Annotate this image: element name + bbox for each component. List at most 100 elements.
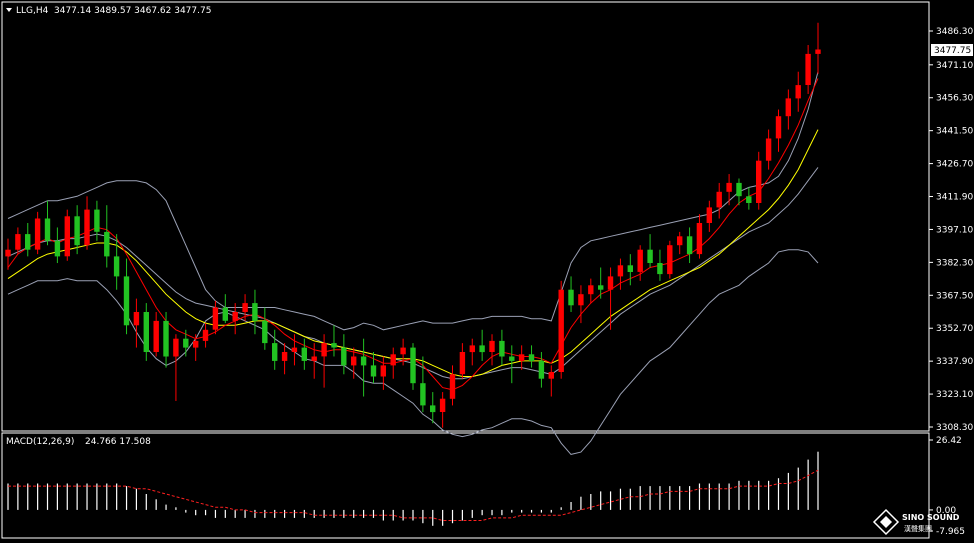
candle-body <box>805 53 811 85</box>
price-tick-label: 3397.10 <box>936 225 973 235</box>
candle-body <box>183 338 189 348</box>
candle-body <box>568 289 574 306</box>
candle-body <box>25 234 31 250</box>
macd-tick-label: -7.965 <box>936 527 965 537</box>
candle-body <box>193 340 199 348</box>
candle-body <box>232 312 238 321</box>
candle-body <box>34 218 41 250</box>
candle-body <box>578 294 584 306</box>
candle-body <box>548 372 554 379</box>
price-tick-label: 3352.70 <box>936 324 973 334</box>
candle-body <box>262 320 268 344</box>
candle-body <box>627 265 633 272</box>
candle-body <box>390 354 396 366</box>
candle-body <box>696 223 703 255</box>
candle-body <box>281 352 288 361</box>
candle-body <box>726 182 732 192</box>
price-tick-label: 3308.30 <box>936 423 973 433</box>
candle-body <box>795 85 801 99</box>
macd-values: 24.766 17.508 <box>85 437 151 447</box>
candle-body <box>351 356 357 366</box>
candle-body <box>360 356 367 366</box>
candle-body <box>143 312 149 352</box>
candle-body <box>64 216 70 257</box>
candle-body <box>44 218 51 241</box>
candle-body <box>756 160 762 203</box>
candle-body <box>400 347 406 355</box>
candle-body <box>84 209 90 246</box>
price-tick-label: 3337.90 <box>936 357 973 367</box>
price-tick-label: 3471.10 <box>936 61 973 71</box>
candle-body <box>54 240 61 257</box>
candle-body <box>380 365 386 377</box>
candle-body <box>479 345 485 353</box>
candle-body <box>222 307 228 321</box>
price-tick-label: 3456.30 <box>936 94 973 104</box>
candle-body <box>252 303 258 321</box>
candle-body <box>518 354 525 361</box>
candle-body <box>637 249 643 272</box>
price-tick-label: 3382.30 <box>936 258 973 268</box>
candle-body <box>15 234 21 250</box>
candle-body <box>657 263 663 275</box>
candle-body <box>173 338 179 357</box>
candle-body <box>123 276 130 326</box>
price-tick-label: 3323.10 <box>936 390 973 400</box>
candle-body <box>736 182 742 197</box>
candle-body <box>272 343 278 361</box>
candle-body <box>746 196 752 203</box>
candle-body <box>410 347 416 384</box>
candle-body <box>775 116 782 139</box>
candle-body <box>588 285 594 295</box>
candle-body <box>538 360 545 379</box>
candle-body <box>430 405 436 413</box>
candle-body <box>439 398 446 412</box>
candle-body <box>242 303 248 312</box>
candle-body <box>321 343 327 357</box>
candle-body <box>341 347 347 366</box>
candle-body <box>528 354 535 361</box>
candle-body <box>686 236 693 255</box>
macd-tick-label: 26.42 <box>936 436 962 446</box>
candle-body <box>420 383 426 406</box>
candle-body <box>153 320 159 352</box>
candle-body <box>509 356 515 361</box>
candle-body <box>598 285 604 290</box>
candle-body <box>301 347 307 361</box>
candle-body <box>5 249 11 257</box>
candle-body <box>607 276 614 290</box>
candle-body <box>667 245 673 275</box>
candle-body <box>311 356 317 361</box>
current-price-marker: 3477.75 <box>931 44 973 56</box>
candle-body <box>370 365 377 377</box>
price-tick-label: 3411.90 <box>936 193 973 203</box>
candle-body <box>815 49 821 54</box>
candle-body <box>104 231 110 257</box>
price-tick-label: 3426.70 <box>936 160 973 170</box>
candle-body <box>489 340 495 352</box>
candle-body <box>133 312 140 326</box>
candle-body <box>449 374 456 399</box>
candle-body <box>677 236 683 246</box>
ohlc-label: 3477.14 3489.57 3467.62 3477.75 <box>54 6 211 16</box>
candle-body <box>113 256 120 277</box>
candle-body <box>617 265 624 277</box>
candle-body <box>74 216 80 246</box>
candle-body <box>163 320 169 357</box>
logo-subtext: 漢聲集團 <box>904 524 932 533</box>
candle-body <box>765 138 772 161</box>
candle-body <box>706 207 712 223</box>
symbol-label: LLG,H4 <box>16 6 49 16</box>
candle-body <box>499 340 505 357</box>
price-tick-label: 3367.50 <box>936 291 973 301</box>
candle-body <box>202 329 209 341</box>
candle-body <box>647 249 653 263</box>
price-tick-label: 3441.50 <box>936 127 973 137</box>
candle-body <box>716 191 722 208</box>
current-price-label: 3477.75 <box>934 46 971 56</box>
candle-body <box>558 289 564 372</box>
macd-label: MACD(12,26,9) <box>6 437 74 447</box>
chart-canvas: 3486.30 3471.10 3456.30 3441.50 3426.70 3411.… <box>0 0 974 543</box>
candle-body <box>785 98 791 117</box>
candle-body <box>459 352 466 375</box>
